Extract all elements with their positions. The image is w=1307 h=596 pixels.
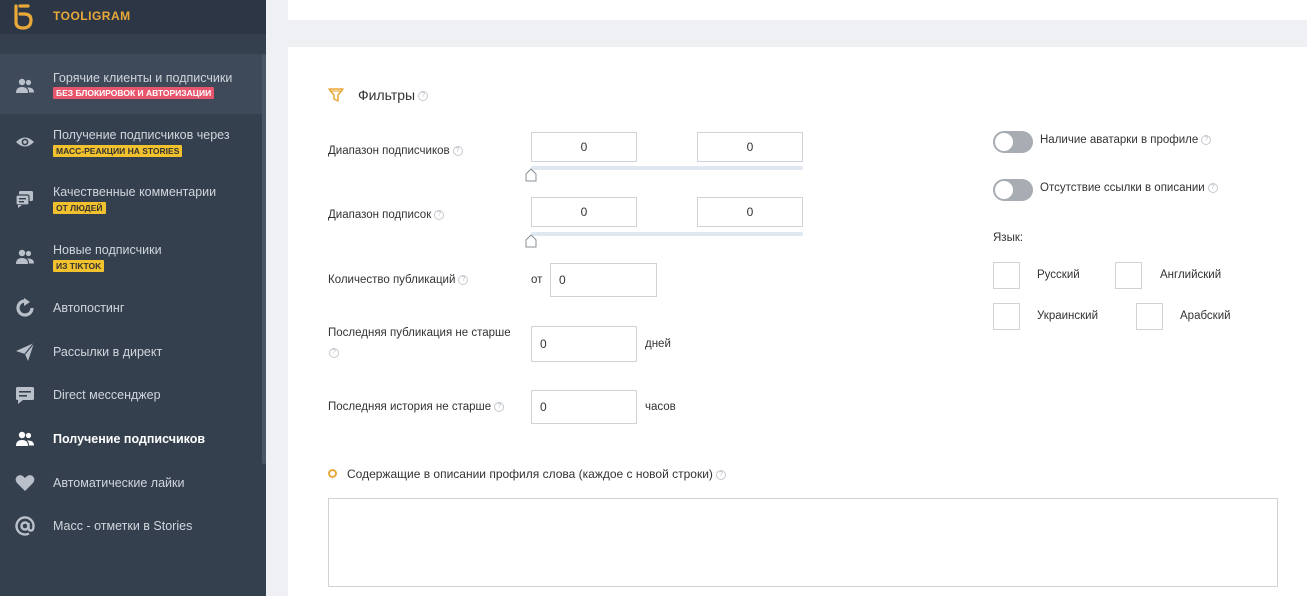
help-icon[interactable]: ? <box>329 348 339 358</box>
heart-icon <box>15 473 35 493</box>
help-icon[interactable]: ? <box>418 91 429 102</box>
sidebar-item-label: Горячие клиенты и подписчики <box>53 71 233 85</box>
last-post-unit: дней <box>645 338 671 350</box>
help-icon[interactable]: ? <box>1201 134 1212 145</box>
filter-icon <box>328 88 344 102</box>
sidebar-item-label: Качественные комментарии <box>53 185 217 199</box>
last-post-input[interactable] <box>531 326 637 362</box>
following-min-input[interactable] <box>531 197 637 227</box>
last-story-label-text: Последняя история не старше <box>328 401 492 413</box>
toggle-knob <box>995 133 1013 151</box>
help-icon[interactable]: ? <box>434 209 445 220</box>
help-icon[interactable]: ? <box>1207 182 1218 193</box>
posts-count-input[interactable] <box>550 263 657 297</box>
has-avatar-toggle[interactable] <box>993 131 1033 153</box>
language-checkbox-arabic[interactable] <box>1136 303 1163 330</box>
sidebar-item-label: Масс - отметки в Stories <box>53 519 193 533</box>
sidebar-item-label: Получение подписчиков через <box>53 128 230 142</box>
sidebar-item-badge: ИЗ TIKTOK <box>53 260 105 272</box>
language-label: Язык: <box>993 232 1024 244</box>
users-icon <box>15 247 35 267</box>
followers-range-slider[interactable] <box>531 166 803 170</box>
sidebar-item-auto-likes[interactable]: Автоматические лайки <box>0 469 262 497</box>
has-avatar-label-text: Наличие аватарки в профиле <box>1040 134 1199 146</box>
language-option-label: Украинский <box>1037 310 1099 322</box>
language-checkbox-russian[interactable] <box>993 262 1020 289</box>
help-icon[interactable]: ? <box>715 469 726 480</box>
sidebar-item-label: Новые подписчики <box>53 243 162 257</box>
sidebar: TOOLIGRAM Горячие клиенты и подписчики Б… <box>0 0 266 596</box>
bio-words-textarea[interactable] <box>328 498 1278 587</box>
language-option-label: Арабский <box>1180 310 1231 322</box>
followers-min-input[interactable] <box>531 132 637 162</box>
help-icon[interactable]: ? <box>452 145 463 156</box>
has-avatar-label: Наличие аватарки в профиле? <box>1040 134 1212 146</box>
followers-max-input[interactable] <box>697 132 803 162</box>
brand-name: TOOLIGRAM <box>53 9 131 23</box>
sidebar-item-get-followers[interactable]: Получение подписчиков <box>0 425 262 453</box>
sidebar-item-label: Автоматические лайки <box>53 476 185 490</box>
no-link-label-text: Отсутствие ссылки в описании <box>1040 182 1205 194</box>
no-link-label: Отсутствие ссылки в описании? <box>1040 182 1218 194</box>
sidebar-item-tiktok-followers[interactable]: Новые подписчики ИЗ TIKTOK <box>0 235 262 285</box>
sidebar-item-mass-mentions[interactable]: Масс - отметки в Stories <box>0 512 262 540</box>
sidebar-item-label: Автопостинг <box>53 301 125 315</box>
sidebar-scrollbar[interactable] <box>262 54 266 464</box>
following-max-input[interactable] <box>697 197 803 227</box>
filters-title-text: Фильтры <box>358 87 416 103</box>
last-story-unit: часов <box>645 401 676 413</box>
last-story-label: Последняя история не старше? <box>328 401 505 413</box>
users-icon <box>15 76 35 96</box>
posts-count-prefix: от <box>531 274 543 286</box>
followers-range-label: Диапазон подписчиков? <box>328 145 463 157</box>
followers-range-label-text: Диапазон подписчиков <box>328 145 450 157</box>
sidebar-item-stories-reactions[interactable]: Получение подписчиков через МАСС-РЕАКЦИИ… <box>0 120 262 170</box>
sidebar-item-label: Получение подписчиков <box>53 432 206 446</box>
sidebar-item-direct-messenger[interactable]: Direct мессенджер <box>0 381 262 409</box>
following-range-slider[interactable] <box>531 232 803 236</box>
top-panel <box>288 0 1307 20</box>
bio-words-radio[interactable] <box>328 469 337 478</box>
bio-words-label: Содержащие в описании профиля слова (каж… <box>347 467 726 481</box>
tooligram-logo[interactable] <box>10 2 38 30</box>
filters-title: Фильтры? <box>358 87 429 103</box>
bio-words-label-text: Содержащие в описании профиля слова (каж… <box>347 467 713 481</box>
posts-count-label-text: Количество публикаций <box>328 274 456 286</box>
help-icon[interactable]: ? <box>494 401 505 412</box>
sidebar-item-label: Direct мессенджер <box>53 388 161 402</box>
sidebar-item-badge: МАСС-РЕАКЦИИ НА STORIES <box>53 145 183 157</box>
followers-slider-handle[interactable] <box>525 168 537 182</box>
toggle-knob <box>995 181 1013 199</box>
sidebar-item-hot-clients[interactable]: Горячие клиенты и подписчики БЕЗ БЛОКИРО… <box>0 54 262 114</box>
sidebar-item-comments[interactable]: Качественные комментарии ОТ ЛЮДЕЙ <box>0 177 262 227</box>
sidebar-item-label: Рассылки в директ <box>53 345 163 359</box>
paper-plane-icon <box>15 342 35 362</box>
language-option-label: Английский <box>1160 269 1222 281</box>
language-option-label: Русский <box>1037 269 1080 281</box>
language-checkbox-ukrainian[interactable] <box>993 303 1020 330</box>
message-icon <box>15 385 35 405</box>
sidebar-item-badge: БЕЗ БЛОКИРОВОК И АВТОРИЗАЦИИ <box>53 87 215 99</box>
help-icon[interactable]: ? <box>458 274 469 285</box>
following-range-label-text: Диапазон подписок <box>328 209 432 221</box>
brand-header: TOOLIGRAM <box>0 0 266 34</box>
at-icon <box>15 516 35 536</box>
sidebar-item-autoposting[interactable]: Автопостинг <box>0 294 262 322</box>
following-slider-handle[interactable] <box>525 234 537 248</box>
no-link-toggle[interactable] <box>993 179 1033 201</box>
language-checkbox-english[interactable] <box>1115 262 1142 289</box>
eye-icon <box>15 132 35 152</box>
sidebar-item-badge: ОТ ЛЮДЕЙ <box>53 202 106 214</box>
last-story-input[interactable] <box>531 390 637 424</box>
refresh-icon <box>15 298 35 318</box>
last-post-label: Последняя публикация не старше <box>328 327 511 339</box>
users-icon <box>15 429 35 449</box>
comment-icon <box>15 189 35 209</box>
posts-count-label: Количество публикаций? <box>328 274 469 286</box>
sidebar-item-direct-mailing[interactable]: Рассылки в директ <box>0 338 262 366</box>
following-range-label: Диапазон подписок? <box>328 209 445 221</box>
